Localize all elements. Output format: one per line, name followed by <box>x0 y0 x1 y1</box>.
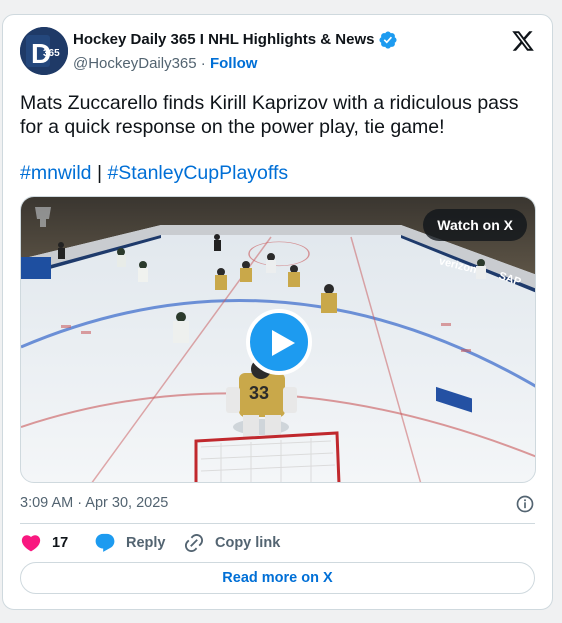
play-icon <box>272 330 295 356</box>
avatar-text: 365 <box>43 48 60 59</box>
tweet-header: D 365 Hockey Daily 365 I NHL Highlights … <box>20 25 535 77</box>
follow-link[interactable]: Follow <box>210 55 258 72</box>
hashtags-row: #mnwild | #StanleyCupPlayoffs <box>20 162 288 185</box>
tweet-text-line: for a quick response on the power play, … <box>20 116 445 138</box>
tweet-embed-card: D 365 Hockey Daily 365 I NHL Highlights … <box>2 14 553 610</box>
tweet-meta: 3:09 AM · Apr 30, 2025 <box>20 494 535 516</box>
video-media[interactable]: verizon SAP 33 Watch on X <box>20 196 536 483</box>
handle-separator: · <box>200 55 206 72</box>
author-name[interactable]: Hockey Daily 365 I NHL Highlights & News <box>73 31 374 48</box>
divider <box>20 523 535 524</box>
info-icon[interactable] <box>515 494 535 514</box>
tweet-text-line: Mats Zuccarello finds Kirill Kaprizov wi… <box>20 92 519 114</box>
tweet-actions: 17 Reply Copy link <box>20 532 535 554</box>
play-button[interactable] <box>246 309 312 375</box>
goalie-number: 33 <box>249 383 269 403</box>
like-count: 17 <box>52 535 69 551</box>
reply-button[interactable]: Reply <box>94 532 166 554</box>
hashtag-stanleycupplayoffs[interactable]: #StanleyCupPlayoffs <box>107 162 288 184</box>
reply-label: Reply <box>126 535 166 551</box>
reply-bubble-icon <box>95 533 115 552</box>
tweet-timestamp[interactable]: 3:09 AM · Apr 30, 2025 <box>20 495 168 511</box>
author-handle[interactable]: @HockeyDaily365 <box>73 55 197 72</box>
copy-link-button[interactable]: Copy link <box>183 532 280 554</box>
copy-link-label: Copy link <box>215 535 281 551</box>
heart-icon <box>21 535 41 552</box>
link-icon <box>184 533 204 553</box>
x-logo-icon[interactable] <box>511 29 535 53</box>
author-avatar[interactable]: D 365 <box>20 27 68 75</box>
watch-on-x-button[interactable]: Watch on X <box>423 209 527 241</box>
tweet-text: Mats Zuccarello finds Kirill Kaprizov wi… <box>20 91 535 139</box>
hashtag-separator: | <box>96 162 103 184</box>
like-button[interactable]: 17 <box>20 532 68 554</box>
hashtag-mnwild[interactable]: #mnwild <box>20 162 92 184</box>
read-more-button[interactable]: Read more on X <box>20 562 535 594</box>
verified-badge-icon <box>379 31 397 49</box>
handle-row: @HockeyDaily365 · Follow <box>73 55 257 72</box>
